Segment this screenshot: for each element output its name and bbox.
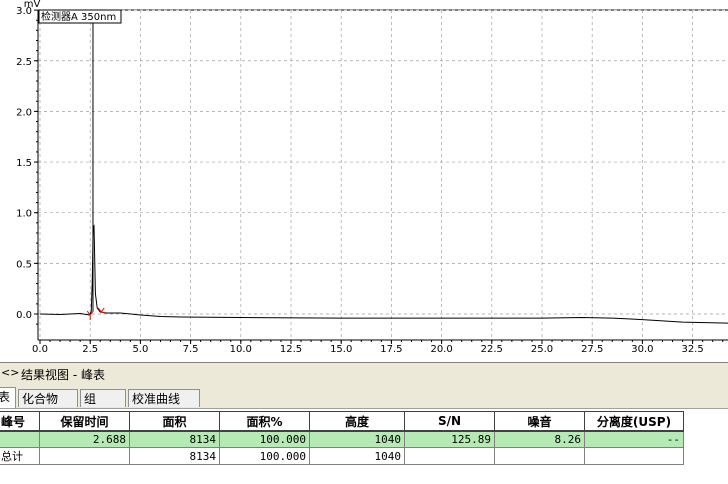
x-tick-label: 5.0: [132, 344, 148, 355]
table-row-total[interactable]: 总计 8134 100.000 1040: [0, 447, 684, 465]
chromatogram-svg: 0.00.51.01.52.02.53.0 0.0 2.5 5.0 7.5 10.0 12…: [16, 0, 728, 355]
x-tick-label: 0.0: [32, 344, 48, 355]
table-cell: [0, 430, 40, 448]
table-header-row: 峰号 保留时间 面积 面积% 高度 S/N 噪音 分离度(USP): [0, 411, 684, 432]
column-header-noise[interactable]: 噪音: [494, 411, 585, 432]
column-header-peak-no[interactable]: 峰号: [0, 411, 40, 432]
column-header-sn[interactable]: S/N: [404, 411, 495, 432]
x-tick-label: 30.0: [631, 344, 653, 355]
tab-calibration-curve[interactable]: 校准曲线: [128, 389, 200, 407]
y-tick-label: 0.0: [16, 310, 32, 321]
column-header-height[interactable]: 高度: [309, 411, 405, 432]
x-tick-label: 17.5: [380, 344, 402, 355]
table-cell: 100.000: [219, 447, 310, 465]
peak-table-container: 峰号 保留时间 面积 面积% 高度 S/N 噪音 分离度(USP) 2.688 …: [0, 409, 728, 484]
x-tick-label: 22.5: [481, 344, 503, 355]
x-tick-label: 27.5: [581, 344, 603, 355]
table-cell: 8.26: [494, 430, 585, 448]
table-cell: [494, 447, 585, 465]
table-cell: [404, 447, 495, 465]
column-header-area-percent[interactable]: 面积%: [219, 411, 310, 432]
table-cell: [39, 447, 130, 465]
x-tick-label: 20.0: [430, 344, 452, 355]
x-tick-label: 12.5: [280, 344, 302, 355]
x-tick-label: 15.0: [330, 344, 352, 355]
x-tick-label: 7.5: [183, 344, 199, 355]
column-header-area[interactable]: 面积: [129, 411, 220, 432]
grid-lines: [38, 9, 728, 340]
table-cell: 总计: [0, 447, 40, 465]
y-axis-label: mV: [24, 0, 41, 10]
y-tick-label: 2.0: [16, 107, 32, 118]
results-view-title: 结果视图 - 峰表: [21, 368, 105, 382]
table-row[interactable]: 2.688 8134 100.000 1040 125.89 8.26 --: [0, 430, 684, 448]
x-tick-label: 25.0: [531, 344, 553, 355]
x-axis-ticks: 0.0 2.5 5.0 7.5 10.0 12.5 15.0 17.5 20.0 22.5 25.0…: [32, 340, 724, 355]
x-tick-label: 32.5: [681, 344, 703, 355]
results-view-header: <> 结果视图 - 峰表: [0, 362, 728, 385]
y-tick-label: 1.0: [16, 209, 32, 220]
column-header-resolution-usp[interactable]: 分离度(USP): [584, 411, 684, 432]
peak-table: 峰号 保留时间 面积 面积% 高度 S/N 噪音 分离度(USP) 2.688 …: [0, 411, 684, 465]
results-tab-bar: 表 化合物 组 校准曲线: [0, 384, 728, 409]
table-cell: 1040: [309, 447, 405, 465]
table-cell: 8134: [129, 447, 220, 465]
chromatogram-trace: [39, 224, 728, 324]
expand-toggle-icon[interactable]: <>: [1, 366, 19, 379]
detector-legend-label: 检测器A 350nm: [41, 10, 116, 23]
chromatogram-chart[interactable]: 0.0 0.5 1.0 1.5 2.0 2.5 3.0 0.0 2.5 5.0 7.5 10.0 12…: [0, 0, 728, 362]
tab-compounds[interactable]: 化合物: [18, 389, 78, 407]
table-cell: 1040: [309, 430, 405, 448]
table-cell: --: [584, 430, 684, 448]
tab-groups[interactable]: 组: [80, 389, 126, 407]
column-header-retention-time[interactable]: 保留时间: [39, 411, 130, 432]
table-cell: [584, 447, 684, 465]
tab-table[interactable]: 表: [0, 387, 16, 408]
y-tick-label: 0.5: [16, 259, 32, 270]
table-cell: 2.688: [39, 430, 130, 448]
y-tick-label: 2.5: [16, 57, 32, 68]
table-cell: 8134: [129, 430, 220, 448]
y-tick-label: 1.5: [16, 158, 32, 169]
x-tick-label: 10.0: [230, 344, 252, 355]
table-cell: 100.000: [219, 430, 310, 448]
table-cell: 125.89: [404, 430, 495, 448]
x-tick-label: 2.5: [82, 344, 98, 355]
y-axis-ticks: 0.00.51.01.52.02.53.0: [16, 6, 38, 325]
